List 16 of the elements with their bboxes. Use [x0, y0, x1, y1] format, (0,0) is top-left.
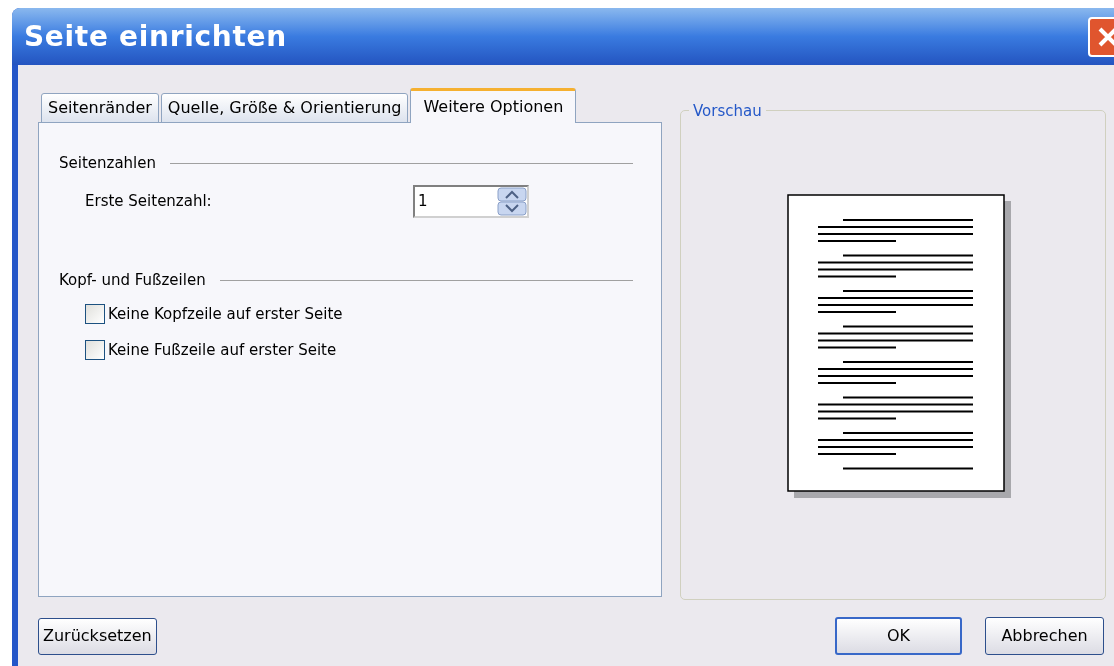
cancel-button[interactable]: Abbrechen [985, 617, 1104, 655]
tab[interactable]: Seitenränder [41, 93, 159, 123]
reset-button[interactable]: Zurücksetzen [38, 617, 157, 655]
checkbox[interactable] [85, 304, 105, 325]
tab[interactable]: Quelle, Größe & Orientierung [160, 93, 409, 123]
checkbox-label: Keine Kopfzeile auf erster Seite [108, 304, 343, 325]
checkbox[interactable] [85, 339, 105, 360]
ok-button[interactable]: OK [835, 617, 962, 655]
checkbox-label: Keine Fußzeile auf erster Seite [108, 339, 337, 361]
section-heading: Seitenzahlen [59, 152, 156, 174]
field-label: Erste Seitenzahl: [85, 191, 213, 213]
spin-arrows-icon[interactable] [497, 187, 527, 216]
window-title: Seite einrichten [24, 18, 287, 55]
tab[interactable]: Weitere Optionen [410, 88, 577, 123]
number-spinner[interactable]: 1 [413, 185, 529, 218]
section-heading: Kopf- und Fußzeilen [59, 269, 206, 291]
